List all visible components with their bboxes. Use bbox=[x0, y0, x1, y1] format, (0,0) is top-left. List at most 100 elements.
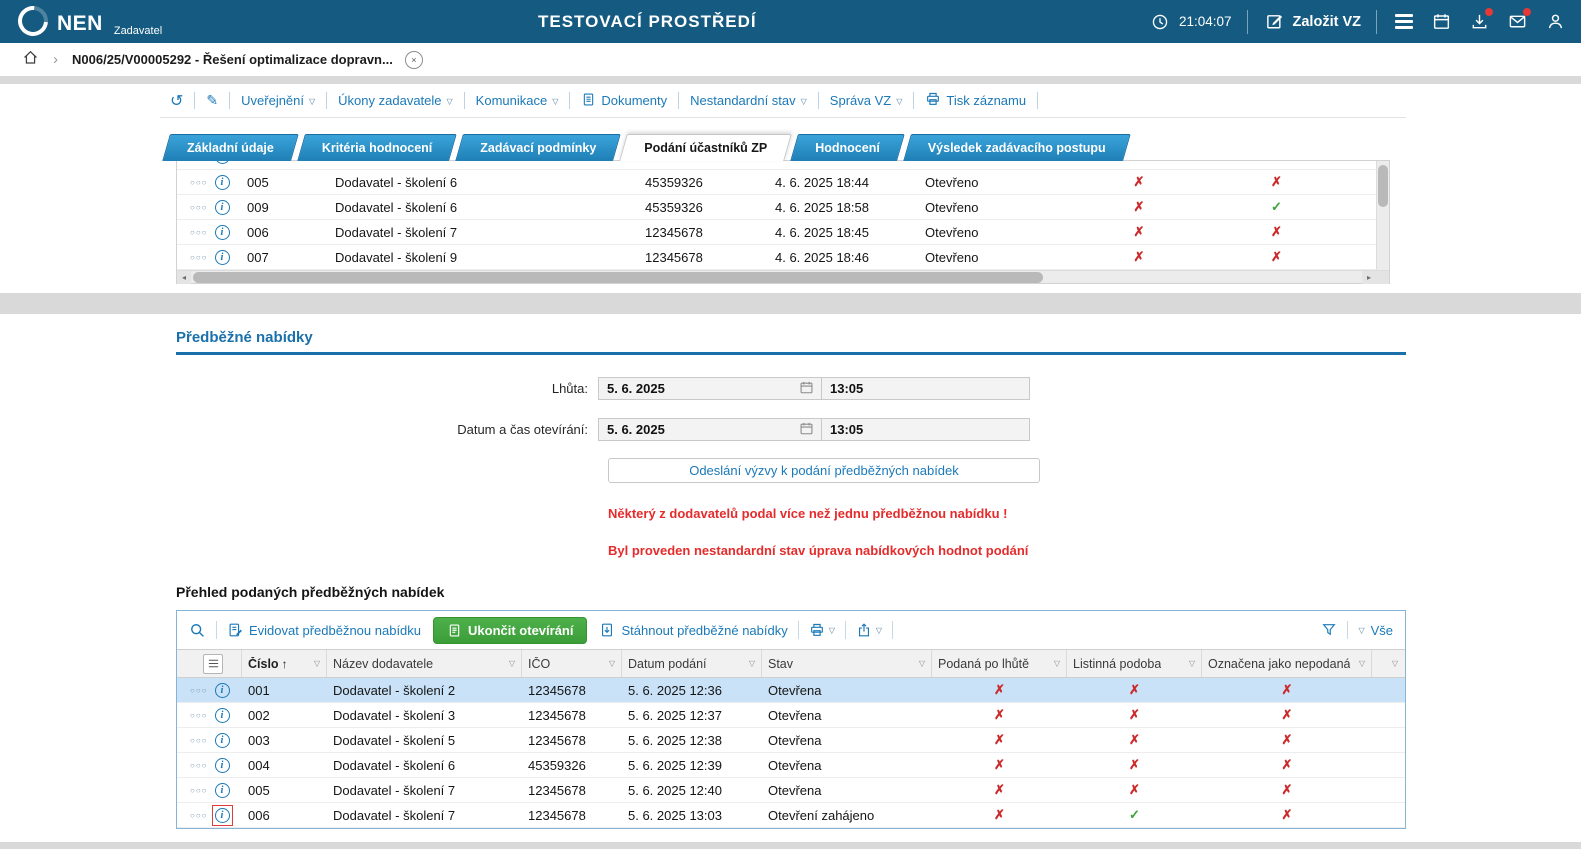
calendar-icon[interactable] bbox=[799, 421, 814, 439]
row-menu-icon[interactable]: ○○○ bbox=[190, 253, 208, 262]
nabidka-row[interactable]: ○○○ 003 Dodavatel - školení 5 12345678 5… bbox=[177, 728, 1405, 753]
info-icon[interactable] bbox=[215, 733, 230, 748]
column-settings-icon[interactable] bbox=[203, 654, 223, 674]
cell-podana-po-lhute: ✗ bbox=[932, 782, 1067, 798]
cell-ico: 12345678 bbox=[522, 808, 622, 823]
stahnout-button[interactable]: Stáhnout předběžné nabídky bbox=[599, 622, 787, 638]
ukoncit-oteviranii-button[interactable]: Ukončit otevírání bbox=[433, 617, 587, 644]
record-toolbar-item[interactable]: Tisk záznamu bbox=[914, 92, 1038, 109]
col-header-podana-po-lhute[interactable]: Podaná po lhůtě ▽ bbox=[932, 650, 1067, 677]
breadcrumb-item[interactable]: N006/25/V00005292 - Řešení optimalizace … bbox=[72, 52, 393, 67]
info-icon[interactable] bbox=[215, 200, 230, 215]
scroll-right-arrow[interactable]: ▸ bbox=[1362, 271, 1376, 284]
vertical-scrollbar[interactable] bbox=[1376, 161, 1389, 270]
edit-button[interactable]: ✎ bbox=[195, 92, 230, 109]
export-button[interactable]: ▽ bbox=[856, 622, 882, 638]
info-icon[interactable] bbox=[215, 683, 230, 698]
podani-row[interactable]: ○○○ 009 Dodavatel - školení 6 45359326 4… bbox=[177, 195, 1389, 220]
print-button[interactable]: ▽ bbox=[809, 622, 835, 638]
row-menu-icon[interactable]: ○○○ bbox=[190, 711, 208, 720]
row-menu-icon[interactable]: ○○○ bbox=[190, 228, 208, 237]
create-vz-button[interactable]: Založit VZ bbox=[1263, 10, 1361, 33]
info-icon[interactable] bbox=[215, 783, 230, 798]
info-icon[interactable] bbox=[215, 225, 230, 240]
oteviranie-date-field[interactable]: 5. 6. 2025 bbox=[599, 419, 821, 440]
evidovat-button[interactable]: Evidovat předběžnou nabídku bbox=[227, 622, 421, 638]
messages-button[interactable] bbox=[1506, 10, 1529, 33]
nabidka-row[interactable]: ○○○ 006 Dodavatel - školení 7 12345678 5… bbox=[177, 803, 1405, 828]
row-menu-icon[interactable]: ○○○ bbox=[190, 178, 208, 187]
podani-row[interactable]: ○○○ 006 Dodavatel - školení 7 12345678 4… bbox=[177, 220, 1389, 245]
col-header-datum-podani[interactable]: Datum podání ▽ bbox=[622, 650, 762, 677]
info-icon[interactable] bbox=[215, 175, 230, 190]
record-toolbar-item[interactable]: Úkony zadavatele ▽ bbox=[327, 92, 465, 109]
info-icon[interactable] bbox=[215, 250, 230, 265]
tab[interactable]: Hodnocení bbox=[794, 134, 901, 161]
record-toolbar-item[interactable]: Dokumenty bbox=[570, 92, 679, 109]
row-menu-icon[interactable]: ○○○ bbox=[190, 736, 208, 745]
info-icon[interactable] bbox=[215, 808, 230, 823]
row-menu-icon[interactable]: ○○○ bbox=[190, 761, 208, 770]
info-icon[interactable] bbox=[215, 161, 230, 164]
record-toolbar-item[interactable]: Uveřejnění ▽ bbox=[230, 92, 327, 109]
horizontal-scrollbar[interactable]: ◂ ▸ bbox=[177, 270, 1389, 283]
close-record-icon[interactable]: × bbox=[405, 51, 423, 69]
nabidka-row[interactable]: ○○○ 005 Dodavatel - školení 7 12345678 5… bbox=[177, 778, 1405, 803]
nabidka-row[interactable]: ○○○ 004 Dodavatel - školení 6 45359326 5… bbox=[177, 753, 1405, 778]
profile-button[interactable] bbox=[1544, 10, 1567, 33]
home-button[interactable] bbox=[22, 49, 39, 71]
nabidka-row[interactable]: ○○○ 002 Dodavatel - školení 3 12345678 5… bbox=[177, 703, 1405, 728]
menu-button[interactable] bbox=[1392, 10, 1415, 33]
scrollbar-thumb[interactable] bbox=[1378, 165, 1388, 207]
filter-button[interactable] bbox=[1321, 622, 1337, 638]
col-header-oznacena-jako-nepodana[interactable]: Označena jako nepodaná ▽ bbox=[1202, 650, 1372, 677]
info-icon[interactable] bbox=[215, 758, 230, 773]
tab[interactable]: Zadávací podmínky bbox=[459, 134, 617, 161]
filter-select[interactable]: ▽ Vše bbox=[1358, 623, 1393, 638]
podani-row[interactable]: ○○○ 007 Dodavatel - školení 9 12345678 4… bbox=[177, 245, 1389, 270]
lhuta-time-field[interactable]: 13:05 bbox=[821, 378, 1029, 399]
col-header-ico[interactable]: IČO ▽ bbox=[522, 650, 622, 677]
cell-stav: Otevřeno bbox=[919, 225, 1069, 240]
record-toolbar-item[interactable]: Nestandardní stav ▽ bbox=[679, 92, 819, 109]
brand[interactable]: NEN Zadavatel bbox=[18, 6, 162, 37]
info-icon[interactable] bbox=[215, 708, 230, 723]
cell-nazev-dodavatele: Dodavatel - školení 5 bbox=[329, 161, 639, 164]
col-header-cislo[interactable]: Číslo ↑ ▽ bbox=[242, 650, 327, 677]
row-menu-icon[interactable]: ○○○ bbox=[190, 686, 208, 695]
scrollbar-thumb[interactable] bbox=[193, 272, 1043, 283]
tab[interactable]: Kritéria hodnocení bbox=[301, 134, 453, 161]
record-toolbar-item[interactable]: Komunikace ▽ bbox=[465, 92, 571, 109]
podani-row[interactable]: ○○○ 004 Dodavatel - školení 5 45359326 4… bbox=[177, 161, 1389, 170]
tab-strip: Základní údaje Kritéria hodnocení Zadáva… bbox=[166, 134, 1581, 161]
calendar-button[interactable] bbox=[1430, 10, 1453, 33]
col-header-more[interactable]: ▽ bbox=[1372, 650, 1404, 677]
lhuta-date-field[interactable]: 5. 6. 2025 bbox=[599, 378, 821, 399]
tab[interactable]: Výsledek zadávacího postupu bbox=[907, 134, 1127, 161]
row-menu-icon[interactable]: ○○○ bbox=[190, 811, 208, 820]
oteviranie-time-field[interactable]: 13:05 bbox=[821, 419, 1029, 440]
nabidka-row[interactable]: ○○○ 001 Dodavatel - školení 2 12345678 5… bbox=[177, 678, 1405, 703]
tab[interactable]: Podání účastníků ZP bbox=[623, 134, 788, 161]
send-vyzva-button[interactable]: Odeslání výzvy k podání předběžných nabí… bbox=[608, 458, 1040, 483]
scrollbar-track[interactable] bbox=[191, 271, 1362, 284]
search-button[interactable] bbox=[189, 622, 206, 639]
printer-icon bbox=[809, 622, 825, 638]
divider bbox=[845, 621, 846, 639]
podani-row[interactable]: ○○○ 005 Dodavatel - školení 6 45359326 4… bbox=[177, 170, 1389, 195]
downloads-button[interactable] bbox=[1468, 10, 1491, 33]
scroll-left-arrow[interactable]: ◂ bbox=[177, 271, 191, 284]
cell-datum-podani: 4. 6. 2025 18:46 bbox=[769, 250, 919, 265]
col-header-listinna-podoba[interactable]: Listinná podoba ▽ bbox=[1067, 650, 1202, 677]
record-toolbar-item[interactable]: Správa VZ ▽ bbox=[819, 92, 915, 109]
tab[interactable]: Základní údaje bbox=[166, 134, 295, 161]
history-button[interactable]: ↺ bbox=[170, 92, 195, 109]
column-filter-caret-icon: ▽ bbox=[310, 659, 320, 668]
col-header-nazev-dodavatele[interactable]: Název dodavatele ▽ bbox=[327, 650, 522, 677]
row-menu-icon[interactable]: ○○○ bbox=[190, 203, 208, 212]
col-header-stav[interactable]: Stav ▽ bbox=[762, 650, 932, 677]
cell-nazev-dodavatele: Dodavatel - školení 9 bbox=[329, 250, 639, 265]
calendar-icon[interactable] bbox=[799, 380, 814, 398]
row-menu-icon[interactable]: ○○○ bbox=[190, 786, 208, 795]
dropdown-caret-icon: ▽ bbox=[309, 97, 315, 106]
